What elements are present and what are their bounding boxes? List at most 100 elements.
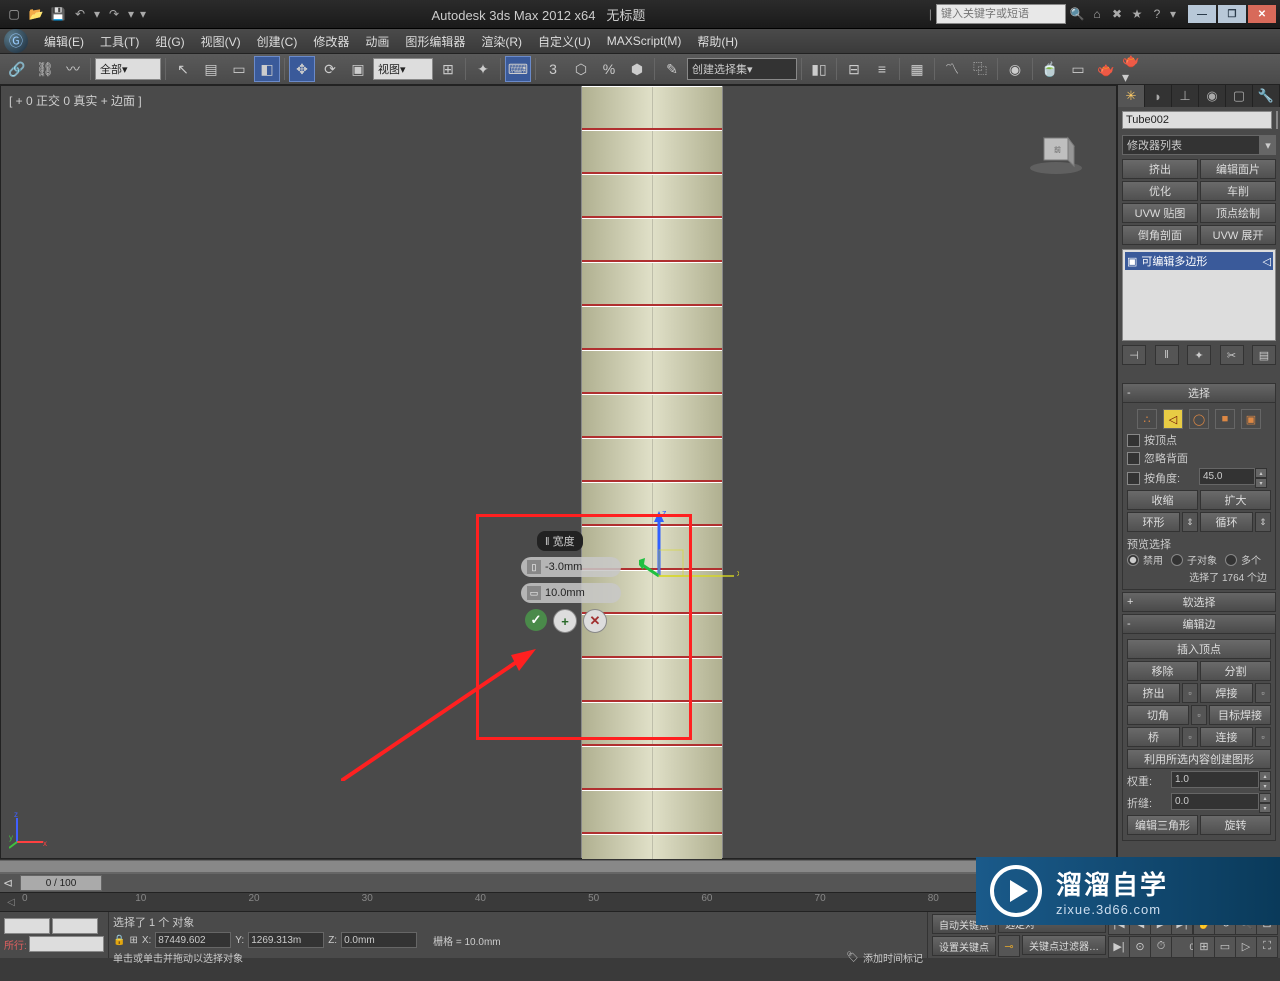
- spinner-snap-icon[interactable]: ⬢: [624, 56, 650, 82]
- tab-motion-icon[interactable]: ◉: [1199, 85, 1226, 107]
- graphite-tools-icon[interactable]: ▦: [904, 56, 930, 82]
- btn-chamfer[interactable]: 切角: [1127, 705, 1189, 725]
- orbit-icon[interactable]: ⟲: [1214, 913, 1236, 935]
- trackbar[interactable]: ◁ 0 10 20 30 40 50 60 70 80 90 10: [0, 892, 1280, 911]
- redo-icon[interactable]: ↷: [104, 4, 124, 24]
- zoom-extents-icon[interactable]: ⊞: [1193, 936, 1215, 958]
- bind-spacewarp-icon[interactable]: 〰: [60, 56, 86, 82]
- setkey-button[interactable]: 设置关键点: [932, 936, 996, 956]
- play-icon[interactable]: ▶: [1150, 913, 1172, 935]
- window-crossing-icon[interactable]: ◧: [254, 56, 280, 82]
- so-edge-icon[interactable]: ◁: [1163, 409, 1183, 429]
- prev-frame-icon[interactable]: ◀: [1129, 913, 1151, 935]
- favorite-icon[interactable]: ★: [1128, 5, 1146, 23]
- select-by-name-icon[interactable]: ▤: [198, 56, 224, 82]
- crease-spinner[interactable]: 0.0▴▾: [1171, 793, 1271, 813]
- new-icon[interactable]: ▢: [4, 4, 24, 24]
- menu-grapheditors[interactable]: 图形编辑器: [397, 30, 473, 52]
- exchange-icon[interactable]: ✖: [1108, 5, 1126, 23]
- modifier-stack[interactable]: ▣可编辑多边形◁: [1122, 249, 1276, 341]
- remove-mod-icon[interactable]: ✂: [1220, 345, 1244, 365]
- btn-connect[interactable]: 连接: [1200, 727, 1253, 747]
- timeslider[interactable]: ⊲ 0 / 100 ⊳: [0, 874, 1280, 892]
- render-frame-icon[interactable]: ▭: [1065, 56, 1091, 82]
- goto-end-icon[interactable]: ▶|: [1108, 936, 1130, 958]
- btn-ring[interactable]: 环形: [1127, 512, 1180, 532]
- redo-dd-icon[interactable]: ▾: [126, 4, 136, 24]
- ring-spinner[interactable]: ⇕: [1182, 512, 1198, 532]
- btn-create-shape[interactable]: 利用所选内容创建图形: [1127, 749, 1271, 769]
- btn-extrude[interactable]: 挤出: [1122, 159, 1198, 179]
- application-icon[interactable]: Ⓖ: [4, 29, 28, 53]
- btn-bridge[interactable]: 桥: [1127, 727, 1180, 747]
- btn-vertex-paint[interactable]: 顶点绘制: [1200, 203, 1276, 223]
- autokey-button[interactable]: 自动关键点: [932, 914, 996, 934]
- help-icon[interactable]: ?: [1148, 5, 1166, 23]
- chk-by-angle[interactable]: 按角度:: [1127, 470, 1195, 486]
- render-iter-icon[interactable]: 🫖▾: [1121, 56, 1147, 82]
- fov-icon[interactable]: ▷: [1235, 936, 1257, 958]
- caddy-apply-button[interactable]: +: [553, 609, 577, 633]
- caddy-amount-input[interactable]: ▯-3.0mm: [521, 557, 621, 577]
- schematic-view-icon[interactable]: ⿻: [967, 56, 993, 82]
- infocenter-search-input[interactable]: [936, 4, 1066, 24]
- render-setup-icon[interactable]: 🍵: [1037, 56, 1063, 82]
- percent-snap-icon[interactable]: %: [596, 56, 622, 82]
- radio-preview-subobj[interactable]: [1171, 554, 1183, 566]
- tab-hierarchy-icon[interactable]: ⊥: [1172, 85, 1199, 107]
- menu-views[interactable]: 视图(V): [193, 30, 249, 52]
- keymode-icon[interactable]: ⊙: [1129, 936, 1151, 958]
- so-element-icon[interactable]: ▣: [1241, 409, 1261, 429]
- loop-spinner[interactable]: ⇕: [1255, 512, 1271, 532]
- align-icon[interactable]: ⊟: [841, 56, 867, 82]
- menu-help[interactable]: 帮助(H): [689, 30, 746, 52]
- trackbar-toggle-icon[interactable]: ◁: [0, 897, 22, 908]
- menu-edit[interactable]: 编辑(E): [36, 30, 92, 52]
- keyboard-shortcut-icon[interactable]: ⌨: [505, 56, 531, 82]
- maximize-button[interactable]: ❐: [1218, 5, 1246, 23]
- key-icon[interactable]: ⊸: [998, 935, 1020, 957]
- btn-lathe[interactable]: 车削: [1200, 181, 1276, 201]
- make-unique-icon[interactable]: ✦: [1187, 345, 1211, 365]
- caddy-cancel-button[interactable]: ✕: [583, 609, 607, 633]
- lock-icon[interactable]: 🔒: [113, 935, 125, 946]
- render-prod-icon[interactable]: 🫖: [1093, 56, 1119, 82]
- rollout-soft-selection[interactable]: +软选择: [1122, 592, 1276, 612]
- btn-loop[interactable]: 循环: [1200, 512, 1253, 532]
- next-frame-icon[interactable]: ▶|: [1171, 913, 1193, 935]
- coord-z-input[interactable]: 0.0mm: [341, 932, 417, 948]
- save-icon[interactable]: 💾: [48, 4, 68, 24]
- ref-coord-combo[interactable]: 视图 ▾: [373, 58, 433, 80]
- object-color-swatch[interactable]: [1276, 111, 1278, 129]
- menu-modifiers[interactable]: 修改器: [305, 30, 357, 52]
- zoom-all-icon[interactable]: ⊡: [1256, 913, 1278, 935]
- time-config-icon[interactable]: ⏱: [1150, 936, 1172, 958]
- btn-uvwmap[interactable]: UVW 贴图: [1122, 203, 1198, 223]
- btn-unwrap-uvw[interactable]: UVW 展开: [1200, 225, 1276, 245]
- btn-shrink[interactable]: 收缩: [1127, 490, 1198, 510]
- btn-insert-vertex[interactable]: 插入顶点: [1127, 639, 1271, 659]
- select-object-icon[interactable]: ↖: [170, 56, 196, 82]
- menu-customize[interactable]: 自定义(U): [530, 30, 599, 52]
- pan-icon[interactable]: ✋: [1193, 913, 1215, 935]
- menu-group[interactable]: 组(G): [147, 30, 192, 52]
- weld-settings-icon[interactable]: ▫: [1255, 683, 1271, 703]
- menu-rendering[interactable]: 渲染(R): [473, 30, 530, 52]
- zoom-icon[interactable]: 🔍: [1235, 913, 1257, 935]
- connect-settings-icon[interactable]: ▫: [1255, 727, 1271, 747]
- btn-weld[interactable]: 焊接: [1200, 683, 1253, 703]
- extrude-settings-icon[interactable]: ▫: [1182, 683, 1198, 703]
- configure-sets-icon[interactable]: ▤: [1252, 345, 1276, 365]
- timeslider-handle[interactable]: 0 / 100: [20, 875, 102, 891]
- qat-dd-icon[interactable]: ▾: [138, 4, 148, 24]
- radio-preview-multi[interactable]: [1225, 554, 1237, 566]
- select-link-icon[interactable]: 🔗: [4, 56, 30, 82]
- viewcube-icon[interactable]: 前: [1026, 126, 1086, 176]
- selection-filter-combo[interactable]: 全部 ▾: [95, 58, 161, 80]
- btn-target-weld[interactable]: 目标焊接: [1209, 705, 1271, 725]
- so-polygon-icon[interactable]: ■: [1215, 409, 1235, 429]
- btn-extrude-edge[interactable]: 挤出: [1127, 683, 1180, 703]
- named-selection-combo[interactable]: 创建选择集 ▾: [687, 58, 797, 80]
- btn-edit-tri[interactable]: 编辑三角形: [1127, 815, 1198, 835]
- menu-create[interactable]: 创建(C): [249, 30, 306, 52]
